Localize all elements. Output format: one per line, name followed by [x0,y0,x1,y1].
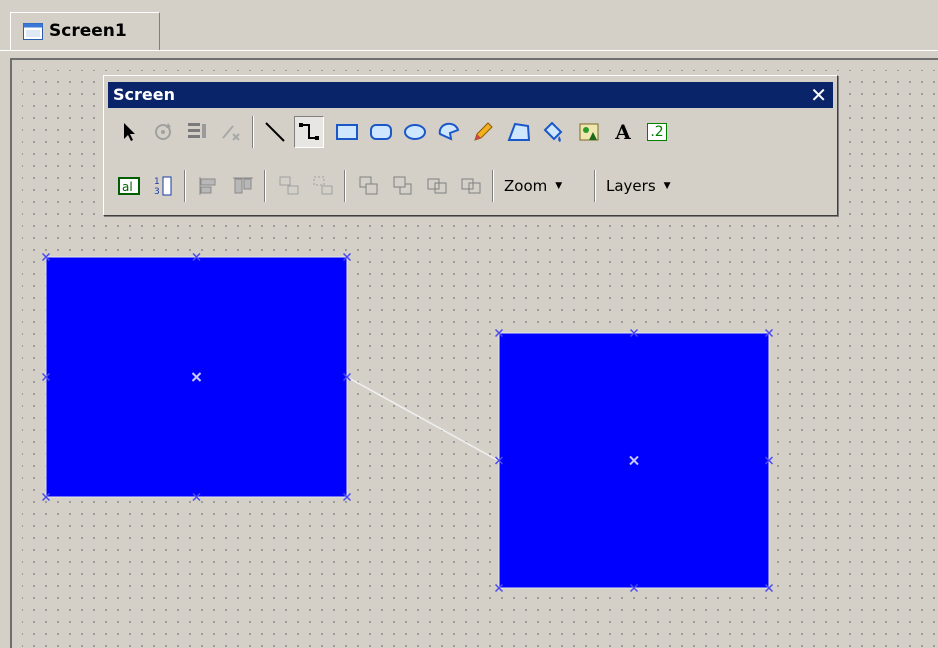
number-list-icon: 13 [154,176,172,197]
text-field-icon: al [118,177,140,195]
properties-icon [188,123,206,138]
text-icon: A [615,120,631,144]
toolbar-row-drawing: A .2 [110,112,832,152]
connector-tool-button[interactable] [294,116,324,148]
group-icon [279,176,299,195]
align-left-button[interactable] [194,170,224,202]
send-back-button[interactable] [388,170,418,202]
toolbar-separator [492,170,494,202]
text-field-tool-button[interactable]: al [114,170,144,202]
image-tool-button[interactable] [574,116,604,148]
ellipse-icon [404,124,426,140]
pointer-tool-button[interactable] [114,116,144,148]
connector-icon [299,123,319,140]
bring-front-icon [359,176,378,195]
zoom-dropdown[interactable]: Zoom ▼ [504,174,562,198]
align-top-button[interactable] [228,170,258,202]
arc-tool-button[interactable] [434,116,464,148]
send-backward-button[interactable] [456,170,486,202]
rotate-icon [155,123,171,140]
svg-text:1: 1 [154,177,160,187]
layers-dropdown[interactable]: Layers ▼ [606,174,671,198]
rectangle-icon [336,124,358,140]
toolbar-title-bar[interactable]: Screen ✕ [108,82,833,108]
rounded-rectangle-tool-button[interactable] [366,116,396,148]
bring-forward-icon [427,178,447,194]
ungroup-button[interactable] [308,170,338,202]
bring-front-button[interactable] [354,170,384,202]
align-left-icon [199,177,216,195]
disconnect-icon [222,125,240,141]
rounded-rectangle-icon [370,124,392,140]
numeric-display-tool-button[interactable]: .2 [642,116,672,148]
arc-icon [438,122,460,141]
chevron-down-icon: ▼ [663,181,671,191]
polygon-tool-button[interactable] [504,116,534,148]
text-tool-button[interactable]: A [608,116,638,148]
bring-forward-button[interactable] [422,170,452,202]
polygon-icon [507,122,531,141]
fill-tool-button[interactable] [538,116,568,148]
group-button[interactable] [274,170,304,202]
ellipse-tool-button[interactable] [400,116,430,148]
send-back-icon [393,176,412,195]
svg-text:al: al [122,180,133,194]
numeric-display-icon: .2 [647,123,667,141]
send-backward-icon [461,178,481,194]
zoom-label: Zoom [504,177,548,195]
disconnect-tool-button[interactable] [216,116,246,148]
layers-label: Layers [606,177,656,195]
toolbar-separator [252,116,254,148]
number-list-tool-button[interactable]: 13 [148,170,178,202]
close-icon[interactable]: ✕ [810,83,827,107]
pointer-icon [124,123,135,141]
screen-toolbar-panel: Screen ✕ A .2 al 1 3 Zoom ▼ Layers ▼ [103,75,838,216]
toolbar-row-arrange: al 13 Zoom ▼ Layers ▼ [110,166,832,206]
toolbar-separator [344,170,346,202]
toolbar-separator [594,170,596,202]
pencil-icon [474,122,493,141]
svg-text:3: 3 [154,187,160,197]
toolbar-separator [184,170,186,202]
rotate-tool-button[interactable] [148,116,178,148]
ungroup-icon [313,176,333,195]
pencil-tool-button[interactable] [468,116,498,148]
properties-tool-button[interactable] [182,116,212,148]
image-icon [579,123,599,141]
rectangle-tool-button[interactable] [332,116,362,148]
line-tool-button[interactable] [260,116,290,148]
line-icon [265,122,285,142]
chevron-down-icon: ▼ [555,181,563,191]
toolbar-title: Screen [113,85,175,104]
align-top-icon [233,177,253,194]
connector-line[interactable] [346,376,500,462]
toolbar-separator [264,170,266,202]
fill-icon [543,121,563,142]
